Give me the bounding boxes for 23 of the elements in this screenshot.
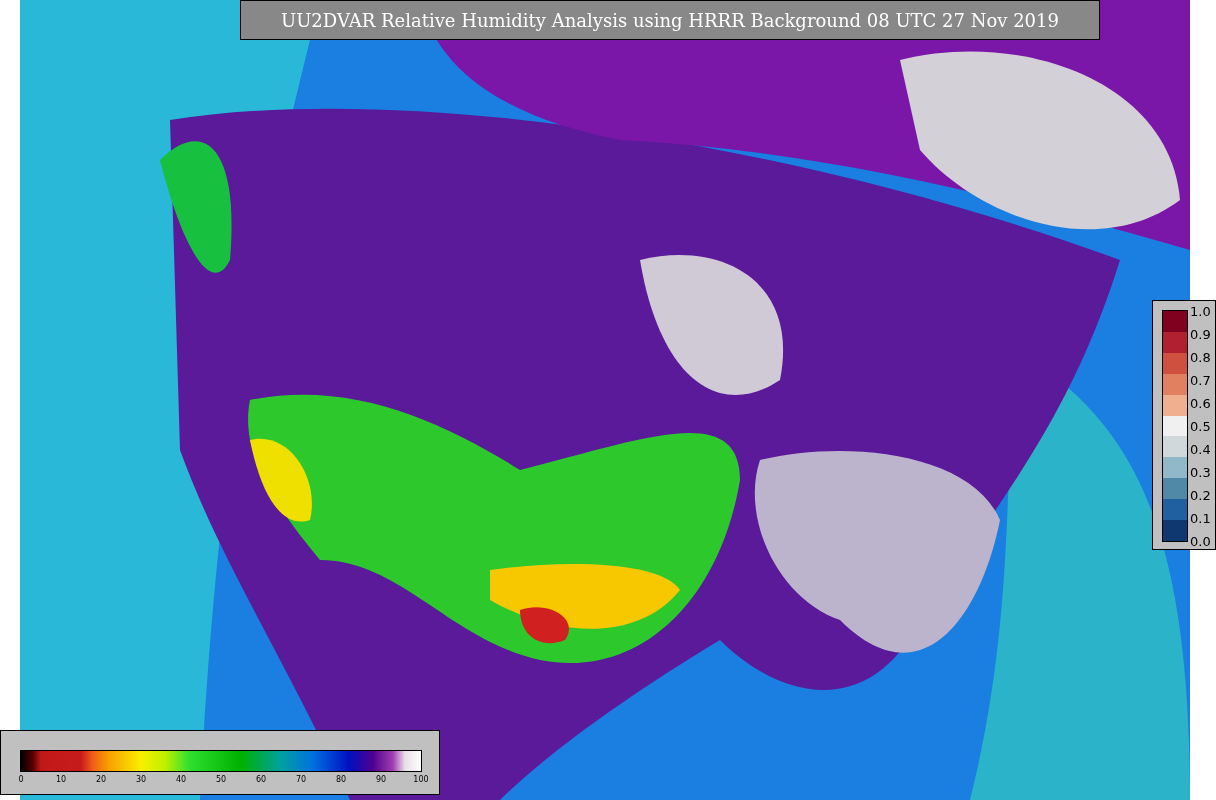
- tick-label: 0.0: [1190, 533, 1211, 549]
- tick-label: 0.4: [1190, 441, 1211, 457]
- tick-label: 0.1: [1190, 510, 1211, 526]
- tick-label: 70: [295, 775, 307, 784]
- tick-label: 0.2: [1190, 487, 1211, 503]
- tick-label: 1.0: [1190, 303, 1211, 319]
- tick-label: 80: [335, 775, 347, 784]
- tick-label: 20: [95, 775, 107, 784]
- tick-label: 10: [55, 775, 67, 784]
- chart-title: UU2DVAR Relative Humidity Analysis using HRRR Background 08 UTC 27 Nov 2019: [240, 0, 1100, 40]
- tick-label: 0: [18, 775, 24, 784]
- tick-label: 40: [175, 775, 187, 784]
- tick-label: 0.6: [1190, 395, 1211, 411]
- tick-label: 0.3: [1190, 464, 1211, 480]
- tick-label: 0.5: [1190, 418, 1211, 434]
- tick-label: 0.9: [1190, 326, 1211, 342]
- tick-label: 50: [215, 775, 227, 784]
- tick-label: 90: [375, 775, 387, 784]
- tick-label: 100: [413, 775, 429, 784]
- tick-label: 60: [255, 775, 267, 784]
- tick-label: 0.8: [1190, 349, 1211, 365]
- tick-label: 30: [135, 775, 147, 784]
- tick-label: 0.7: [1190, 372, 1211, 388]
